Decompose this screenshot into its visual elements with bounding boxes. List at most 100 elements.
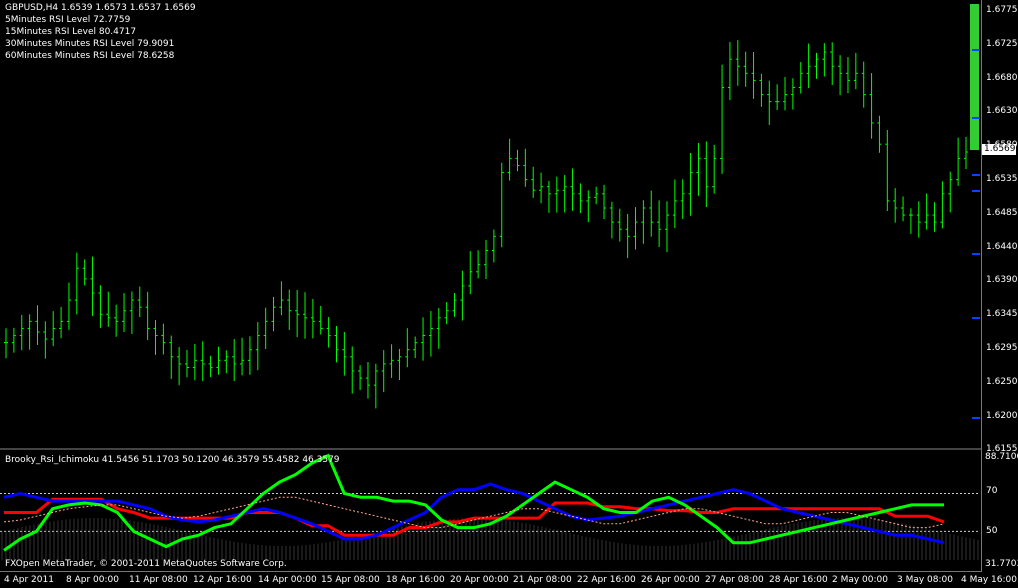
price-bar [531, 166, 536, 198]
time-tick-label: 26 Apr 00:00 [641, 575, 700, 585]
price-bar [184, 349, 189, 378]
price-bar [908, 208, 913, 234]
indicator-tick-label: 70 [986, 486, 998, 496]
price-bar [27, 314, 32, 350]
price-bar [90, 256, 95, 316]
price-bar [491, 229, 496, 263]
price-bar [515, 149, 520, 172]
price-bar [365, 362, 370, 399]
time-tick-label: 18 Apr 16:00 [386, 575, 445, 585]
price-tick-label: 1.6295 [986, 343, 1018, 353]
price-chart[interactable] [0, 0, 1018, 449]
price-bar [51, 311, 56, 347]
price-bar [586, 190, 591, 223]
price-bar [625, 214, 630, 259]
price-bar [279, 281, 284, 316]
price-bar [295, 289, 300, 338]
time-tick-label: 15 Apr 08:00 [321, 575, 380, 585]
price-bar [798, 62, 803, 94]
price-bar [901, 196, 906, 222]
indicator-chart[interactable] [0, 450, 1018, 572]
price-bar [956, 137, 961, 186]
price-bar [562, 175, 567, 213]
price-bar [783, 76, 788, 111]
price-bar [546, 180, 551, 213]
price-bar [476, 250, 481, 279]
price-bar [66, 282, 71, 330]
current-price-label: 1.6569 [982, 144, 1016, 155]
price-bar [594, 186, 599, 205]
price-bar [924, 193, 929, 230]
time-tick-label: 4 May 16:00 [961, 575, 1017, 585]
price-bar [617, 208, 622, 242]
price-bar [405, 328, 410, 368]
price-bar [790, 78, 795, 110]
price-bar [240, 337, 245, 376]
price-bar [397, 348, 402, 381]
price-bar [216, 346, 221, 375]
price-bar [468, 251, 473, 295]
price-bar [318, 305, 323, 335]
time-tick-label: 21 Apr 08:00 [513, 575, 572, 585]
price-bar [428, 311, 433, 357]
price-bar [19, 314, 24, 351]
time-tick-label: 12 Apr 16:00 [193, 575, 252, 585]
price-bar [444, 302, 449, 325]
price-bar [334, 326, 339, 363]
price-bar [350, 346, 355, 394]
price-bar [877, 115, 882, 153]
price-tick-label: 1.6250 [986, 376, 1018, 387]
price-bar [263, 307, 268, 350]
price-bar [712, 144, 717, 194]
price-bar [137, 286, 142, 317]
time-tick-label: 28 Apr 16:00 [769, 575, 828, 585]
price-bar [224, 350, 229, 374]
price-bar [672, 179, 677, 229]
price-tick-label: 1.6390 [986, 275, 1018, 286]
price-bar [964, 136, 968, 169]
price-bar [633, 207, 638, 250]
price-bar [869, 73, 874, 139]
price-tick-label: 1.6725 [986, 38, 1018, 49]
time-tick-label: 3 May 08:00 [897, 575, 953, 585]
copyright-text: FXOpen MetaTrader, © 2001-2011 MetaQuote… [5, 559, 287, 569]
price-bar [4, 328, 8, 359]
panel-divider[interactable] [0, 448, 982, 450]
price-bar [129, 291, 134, 334]
price-tick-label: 1.6775 [986, 5, 1018, 15]
price-bar [413, 336, 418, 359]
price-bar [310, 298, 315, 339]
price-bar [751, 52, 756, 99]
price-tick-label: 1.6535 [986, 174, 1018, 184]
price-tick-label: 1.6630 [986, 106, 1018, 117]
indicator-title: Brooky_Rsi_Ichimoku 41.5456 51.1703 50.1… [5, 455, 340, 465]
time-tick-label: 11 Apr 08:00 [129, 575, 188, 585]
price-bar [169, 335, 174, 379]
price-bar [74, 252, 79, 315]
price-bar [145, 291, 150, 340]
price-bar [775, 84, 780, 111]
time-tick-label: 8 Apr 00:00 [66, 575, 119, 585]
price-bar [861, 61, 866, 108]
price-bar [177, 346, 182, 386]
price-bar [208, 355, 213, 378]
price-bar [680, 179, 685, 220]
price-bar [247, 336, 252, 375]
axis-border [981, 0, 982, 572]
price-bar [641, 200, 646, 244]
symbol-info: GBPUSD,H4 1.6539 1.6573 1.6537 1.6569 [5, 3, 196, 13]
price-tick-label: 1.6680 [986, 72, 1018, 83]
price-bar [499, 162, 504, 248]
time-tick-label: 20 Apr 00:00 [450, 575, 509, 585]
strength-bar [970, 4, 979, 150]
price-bar [11, 327, 16, 353]
price-bar [814, 52, 819, 79]
price-bar [845, 57, 850, 94]
price-bar [932, 202, 937, 232]
price-bar [767, 80, 772, 125]
price-bar [657, 200, 662, 247]
price-bar [727, 41, 732, 101]
price-bar [192, 344, 197, 381]
price-bar [421, 317, 426, 361]
price-bar [602, 184, 607, 220]
